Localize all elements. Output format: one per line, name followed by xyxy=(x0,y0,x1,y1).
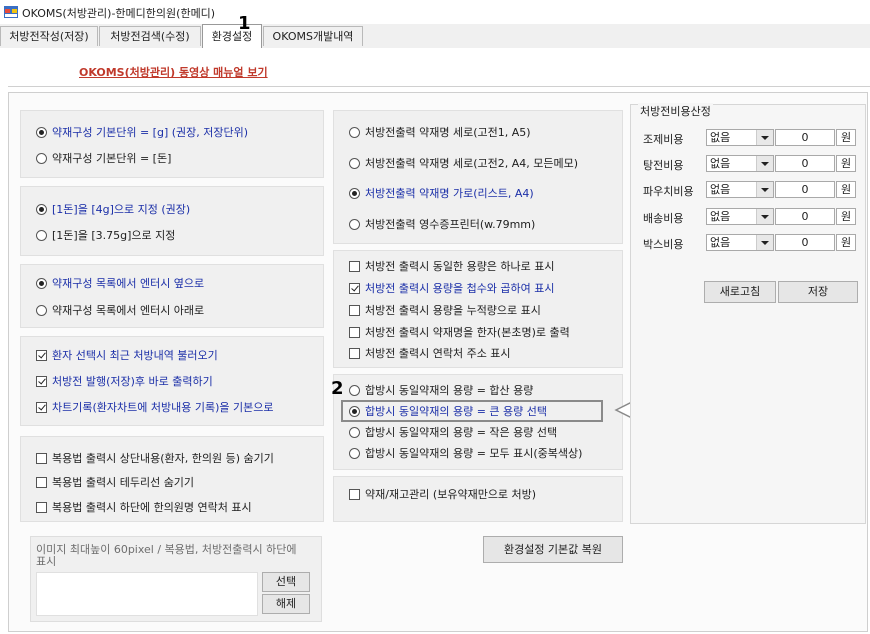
video-manual-link[interactable]: OKOMS(처방관리) 동영상 매뉴얼 보기 xyxy=(79,64,268,80)
tab-settings[interactable]: 환경설정 xyxy=(202,24,262,48)
restore-defaults-button[interactable]: 환경설정 기본값 복원 xyxy=(483,536,623,563)
check-show-clinic-contact[interactable]: 복용법 출력시 하단에 한의원명 연락처 표시 xyxy=(36,499,252,515)
radio-enter-side[interactable]: 약재구성 목록에서 엔터시 옆으로 xyxy=(36,275,204,291)
radio-print-vertical-2[interactable]: 처방전출력 약재명 세로(고전2, A4, 모든메모) xyxy=(349,155,578,171)
check-cumulative-dose[interactable]: 처방전 출력시 용량을 누적량으로 표시 xyxy=(349,302,541,318)
cost-select-pouch[interactable]: 없음 xyxy=(706,181,774,198)
check-hanja-names[interactable]: 처방전 출력시 약재명을 한자(본초명)로 출력 xyxy=(349,324,570,340)
app-icon xyxy=(4,6,18,18)
cost-label-decoction: 탕전비용 xyxy=(643,159,684,172)
check-hide-border[interactable]: 복용법 출력시 테두리선 숨기기 xyxy=(36,474,194,490)
check-show-contact[interactable]: 처방전 출력시 연락처 주소 표시 xyxy=(349,345,511,361)
cost-label-dispense: 조제비용 xyxy=(643,133,684,146)
cost-input-shipping[interactable]: 0 xyxy=(775,208,835,225)
callout-number-1: 1 xyxy=(238,13,251,34)
cost-unit-pouch: 원 xyxy=(836,181,856,198)
checkbox-unchecked-icon xyxy=(36,452,47,464)
checkbox-unchecked-icon xyxy=(36,501,47,513)
radio-unselected-icon xyxy=(349,157,360,169)
checkbox-checked-icon xyxy=(349,282,360,294)
cost-input-pouch[interactable]: 0 xyxy=(775,181,835,198)
radio-unselected-icon xyxy=(36,152,47,164)
checkbox-checked-icon xyxy=(36,401,47,413)
radio-merge-sum[interactable]: 합방시 동일약재의 용량 = 합산 용량 xyxy=(349,382,533,398)
radio-unselected-icon xyxy=(349,426,360,438)
tab-dev-history[interactable]: OKOMS개발내역 xyxy=(263,26,363,46)
radio-print-vertical-1[interactable]: 처방전출력 약재명 세로(고전1, A5) xyxy=(349,124,531,140)
checkbox-unchecked-icon xyxy=(36,476,47,488)
chevron-down-icon xyxy=(756,182,773,197)
radio-unselected-icon xyxy=(36,229,47,241)
cost-unit-shipping: 원 xyxy=(836,208,856,225)
callout-number-2: 2 xyxy=(331,378,344,399)
window-title: OKOMS(처방관리)-한메디한의원(한메디) xyxy=(22,7,216,20)
chevron-down-icon xyxy=(756,235,773,250)
chevron-down-icon xyxy=(756,209,773,224)
divider xyxy=(8,86,870,87)
highlight-box xyxy=(341,400,603,422)
checkbox-checked-icon xyxy=(36,375,47,387)
radio-don-4g[interactable]: [1돈]을 [4g]으로 지정 (권장) xyxy=(36,201,190,217)
footer-image-preview xyxy=(36,572,258,616)
radio-merge-min[interactable]: 합방시 동일약재의 용량 = 작은 용량 선택 xyxy=(349,424,557,440)
refresh-button[interactable]: 새로고침 xyxy=(704,281,776,303)
radio-unselected-icon xyxy=(349,384,360,396)
cost-group-title: 처방전비용산정 xyxy=(638,103,713,119)
unit-group xyxy=(20,110,324,178)
radio-selected-icon xyxy=(36,203,47,215)
checkbox-checked-icon xyxy=(36,349,47,361)
cost-unit-dispense: 원 xyxy=(836,129,856,146)
radio-selected-icon xyxy=(36,277,47,289)
radio-merge-all[interactable]: 합방시 동일약재의 용량 = 모두 표시(중복색상) xyxy=(349,445,582,461)
check-chart-record[interactable]: 차트기록(환자차트에 처방내용 기록)을 기본으로 xyxy=(36,399,273,415)
cost-input-box[interactable]: 0 xyxy=(775,234,835,251)
checkbox-unchecked-icon xyxy=(349,304,360,316)
cost-label-pouch: 파우치비용 xyxy=(643,185,694,198)
radio-selected-icon xyxy=(36,126,47,138)
radio-print-receipt[interactable]: 처방전출력 영수증프린터(w.79mm) xyxy=(349,216,535,232)
checkbox-unchecked-icon xyxy=(349,347,360,359)
checkbox-unchecked-icon xyxy=(349,326,360,338)
cost-input-dispense[interactable]: 0 xyxy=(775,129,835,146)
tab-strip: 처방전작성(저장) 처방전검색(수정) 환경설정 OKOMS개발내역 xyxy=(0,24,870,49)
cost-label-shipping: 배송비용 xyxy=(643,212,684,225)
radio-unselected-icon xyxy=(349,218,360,230)
cost-select-decoction[interactable]: 없음 xyxy=(706,155,774,172)
check-merge-same-dose[interactable]: 처방전 출력시 동일한 용량은 하나로 표시 xyxy=(349,258,555,274)
title-bar: OKOMS(처방관리)-한메디한의원(한메디) xyxy=(0,0,870,24)
radio-enter-down[interactable]: 약재구성 목록에서 엔터시 아래로 xyxy=(36,302,204,318)
cost-unit-box: 원 xyxy=(836,234,856,251)
radio-unselected-icon xyxy=(36,304,47,316)
radio-print-horizontal[interactable]: 처방전출력 약재명 가로(리스트, A4) xyxy=(349,185,534,201)
tab-prescription-write[interactable]: 처방전작성(저장) xyxy=(0,26,98,46)
radio-selected-icon xyxy=(349,187,360,199)
image-select-button[interactable]: 선택 xyxy=(262,572,310,592)
radio-unit-gram[interactable]: 약재구성 기본단위 = [g] (권장, 저장단위) xyxy=(36,124,248,140)
radio-don-375g[interactable]: [1돈]을 [3.75g]으로 지정 xyxy=(36,227,175,243)
check-load-recent[interactable]: 환자 선택시 최근 처방내역 불러오기 xyxy=(36,347,218,363)
radio-unselected-icon xyxy=(349,126,360,138)
don-group xyxy=(20,186,324,256)
check-print-after-save[interactable]: 처방전 발행(저장)후 바로 출력하기 xyxy=(36,373,213,389)
check-stock-only[interactable]: 약재/재고관리 (보유약재만으로 처방) xyxy=(349,486,536,502)
checkbox-unchecked-icon xyxy=(349,488,360,500)
cost-unit-decoction: 원 xyxy=(836,155,856,172)
chevron-down-icon xyxy=(756,156,773,171)
check-hide-header[interactable]: 복용법 출력시 상단내용(환자, 한의원 등) 숨기기 xyxy=(36,450,274,466)
cost-select-dispense[interactable]: 없음 xyxy=(706,129,774,146)
tab-prescription-search[interactable]: 처방전검색(수정) xyxy=(99,26,201,46)
cost-input-decoction[interactable]: 0 xyxy=(775,155,835,172)
chevron-down-icon xyxy=(756,130,773,145)
footer-image-caption: 이미지 최대높이 60pixel / 복용법, 처방전출력시 하단에 표시 xyxy=(36,543,297,568)
radio-unit-don[interactable]: 약재구성 기본단위 = [돈] xyxy=(36,150,171,166)
enter-key-group xyxy=(20,264,324,328)
save-button[interactable]: 저장 xyxy=(778,281,858,303)
image-clear-button[interactable]: 해제 xyxy=(262,594,310,614)
check-multiply-by-count[interactable]: 처방전 출력시 용량을 첩수와 곱하여 표시 xyxy=(349,280,555,296)
cost-select-box[interactable]: 없음 xyxy=(706,234,774,251)
checkbox-unchecked-icon xyxy=(349,260,360,272)
cost-label-box: 박스비용 xyxy=(643,238,684,251)
radio-unselected-icon xyxy=(349,447,360,459)
cost-select-shipping[interactable]: 없음 xyxy=(706,208,774,225)
